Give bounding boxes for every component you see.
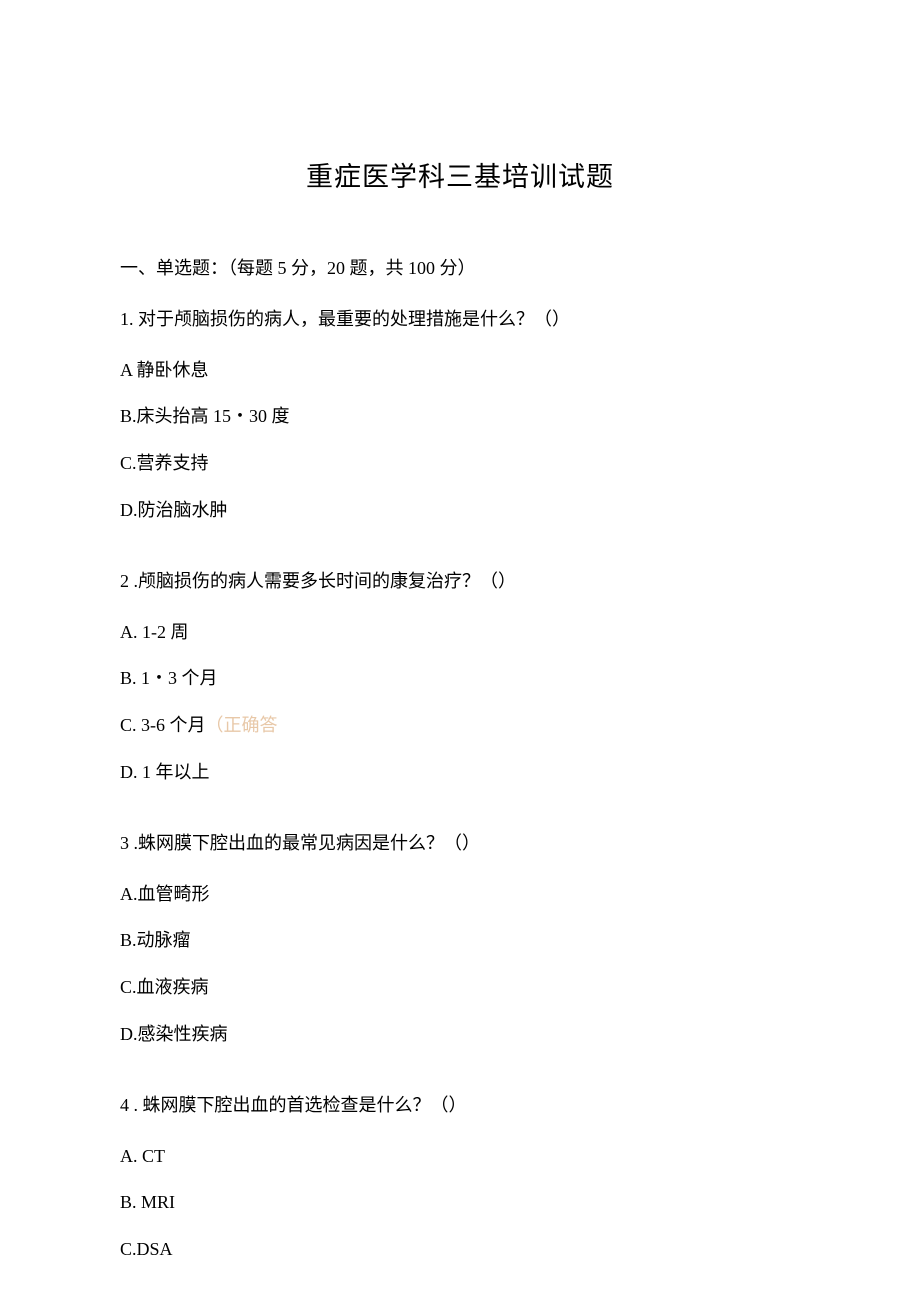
question-4-option-b: B. MRI — [120, 1188, 800, 1217]
question-2-option-c: C. 3-6 个月（正确答 — [120, 711, 800, 740]
question-2-option-c-prefix: C. 3-6 个月 — [120, 715, 206, 735]
question-1-option-d: D.防治脑水肿 — [120, 496, 800, 525]
question-4-option-c: C.DSA — [120, 1235, 800, 1264]
question-1-option-b: B.床头抬高 15・30 度 — [120, 402, 800, 431]
question-2-option-b: B. 1・3 个月 — [120, 664, 800, 693]
question-3-text: 3 .蛛网膜下腔出血的最常见病因是什么？（） — [120, 829, 800, 858]
question-1-block: 1. 对于颅脑损伤的病人，最重要的处理措施是什么？（） A 静卧休息 B.床头抬… — [120, 305, 800, 525]
question-4-block: 4 . 蛛网膜下腔出血的首选检查是什么？（） A. CT B. MRI C.DS… — [120, 1091, 800, 1264]
question-2-option-a: A. 1-2 周 — [120, 618, 800, 647]
question-4-option-a: A. CT — [120, 1142, 800, 1171]
question-3-option-a: A.血管畸形 — [120, 880, 800, 909]
question-2-block: 2 .颅脑损伤的病人需要多长时间的康复治疗？（） A. 1-2 周 B. 1・3… — [120, 567, 800, 787]
section-header: 一、单选题：（每题 5 分，20 题，共 100 分） — [120, 254, 800, 283]
question-3-option-b: B.动脉瘤 — [120, 926, 800, 955]
question-1-text: 1. 对于颅脑损伤的病人，最重要的处理措施是什么？（） — [120, 305, 800, 334]
question-2-answer-note: （正确答 — [206, 715, 278, 735]
question-4-text: 4 . 蛛网膜下腔出血的首选检查是什么？（） — [120, 1091, 800, 1120]
question-1-option-c: C.营养支持 — [120, 449, 800, 478]
question-2-text: 2 .颅脑损伤的病人需要多长时间的康复治疗？（） — [120, 567, 800, 596]
question-3-option-c: C.血液疾病 — [120, 973, 800, 1002]
document-title: 重症医学科三基培训试题 — [120, 155, 800, 194]
question-1-option-a: A 静卧休息 — [120, 356, 800, 385]
question-3-option-d: D.感染性疾病 — [120, 1020, 800, 1049]
question-2-option-d: D. 1 年以上 — [120, 758, 800, 787]
question-3-block: 3 .蛛网膜下腔出血的最常见病因是什么？（） A.血管畸形 B.动脉瘤 C.血液… — [120, 829, 800, 1049]
